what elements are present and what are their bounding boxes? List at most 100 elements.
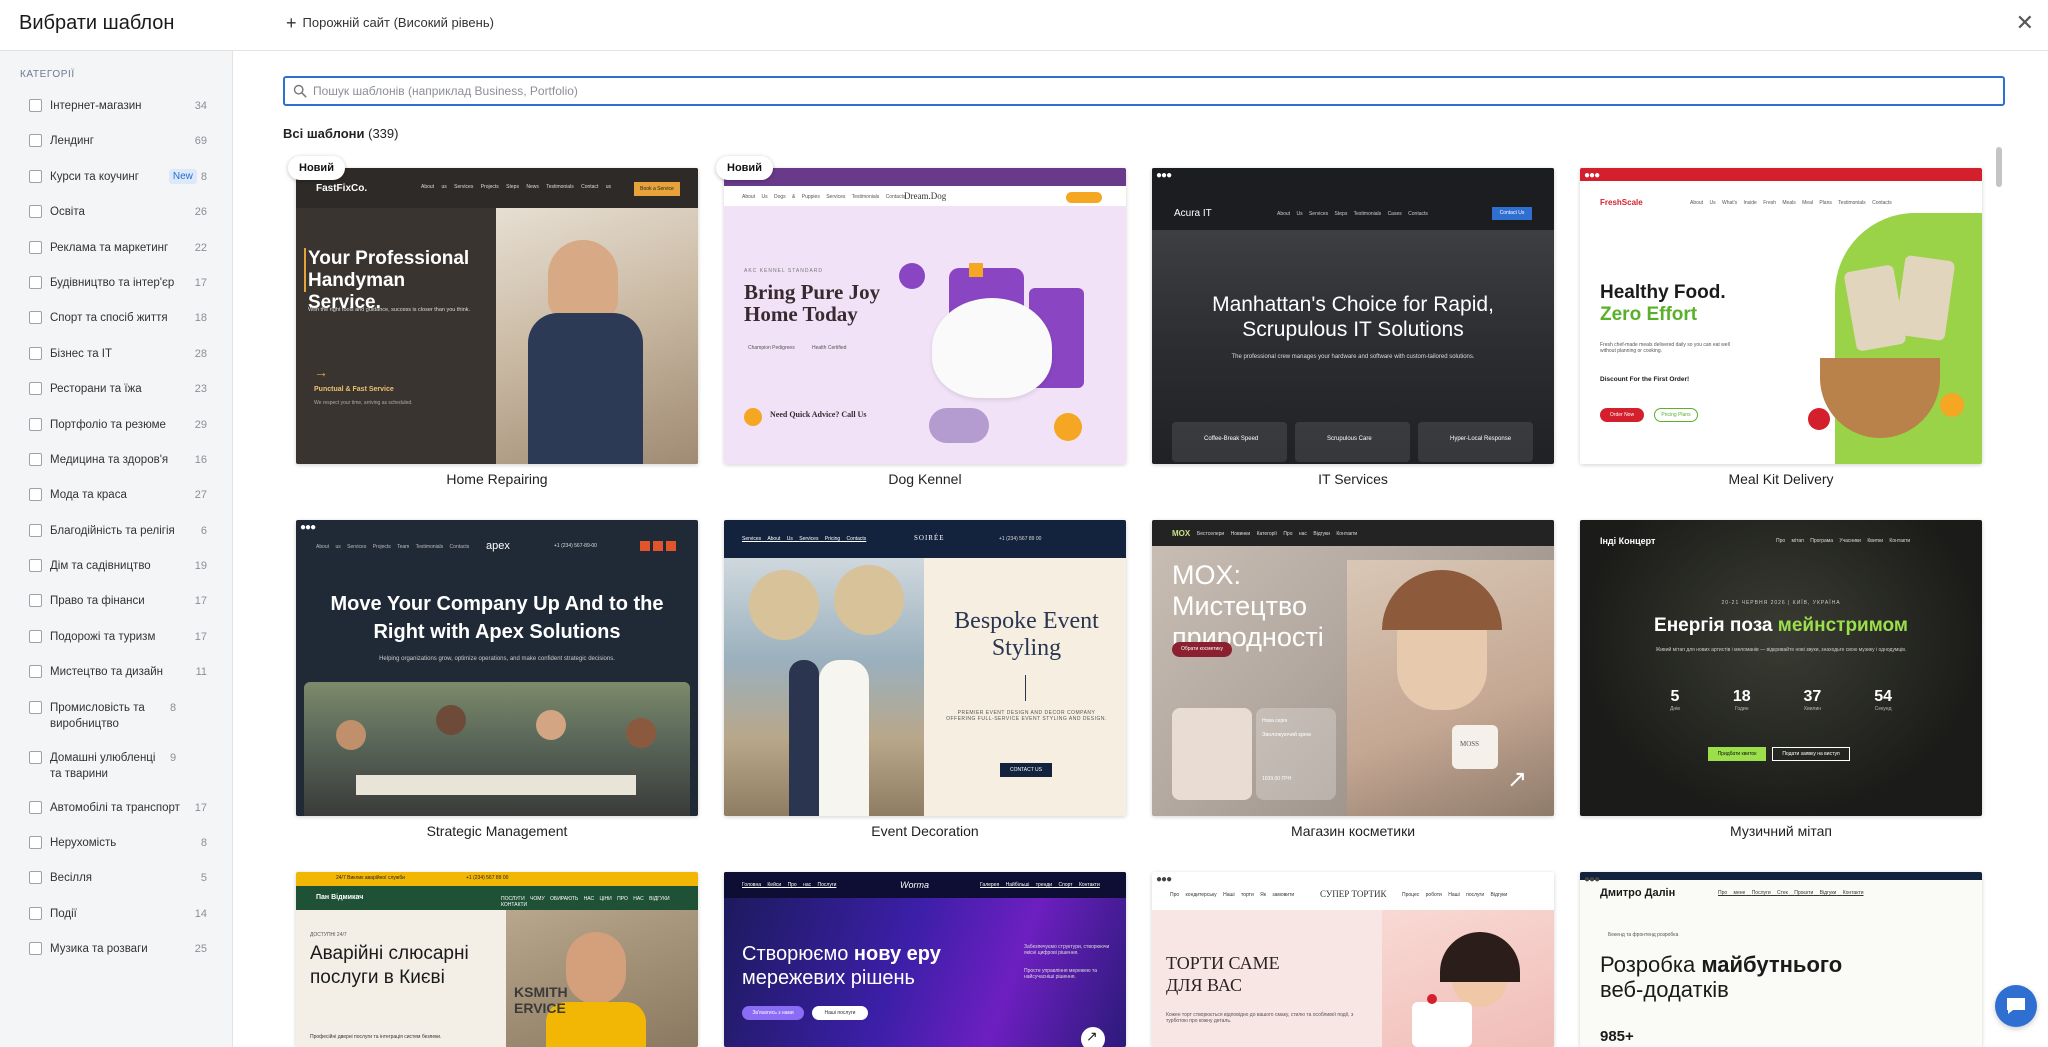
category-checkbox[interactable] bbox=[29, 417, 42, 431]
category-checkbox[interactable] bbox=[29, 665, 42, 679]
category-item[interactable]: Автомобілі та транспорт 17 bbox=[0, 800, 233, 835]
window-dots: ●●● bbox=[1156, 170, 1172, 181]
category-checkbox[interactable] bbox=[29, 750, 42, 764]
category-item[interactable]: Мистецтво та дизайн 11 bbox=[0, 664, 233, 699]
chat-button[interactable] bbox=[1995, 985, 2037, 1027]
category-checkbox[interactable] bbox=[29, 382, 42, 396]
category-item[interactable]: Освіта 26 bbox=[0, 204, 233, 239]
category-item[interactable]: Нерухомість 8 bbox=[0, 835, 233, 870]
category-item[interactable]: Реклама та маркетинг 22 bbox=[0, 240, 233, 275]
category-checkbox[interactable] bbox=[29, 906, 42, 920]
thumb-cta: Pricing Plans bbox=[1654, 408, 1698, 422]
category-item[interactable]: Подорожі та туризм 17 bbox=[0, 629, 233, 664]
template-thumbnail[interactable]: Головна Кейси Про нас Послуги Worma Гале… bbox=[724, 872, 1126, 1047]
template-thumbnail[interactable]: Dream.Dog About Us Dogs & Puppies Servic… bbox=[724, 168, 1126, 464]
category-item[interactable]: Музика та розваги 25 bbox=[0, 941, 233, 976]
category-item[interactable]: Мода та краса 27 bbox=[0, 487, 233, 522]
category-checkbox[interactable] bbox=[29, 346, 42, 360]
template-thumbnail[interactable]: FastFixCo. About us Services Projects St… bbox=[296, 168, 698, 464]
scrollbar-thumb[interactable] bbox=[1996, 147, 2002, 187]
template-thumbnail[interactable]: 24/7 Виклик аварійної служби +1 (234) 56… bbox=[296, 872, 698, 1047]
category-checkbox[interactable] bbox=[29, 700, 42, 714]
category-checkbox[interactable] bbox=[29, 311, 42, 325]
template-card-dog-kennel[interactable]: Новий Dream.Dog About Us Dogs & Puppies … bbox=[716, 156, 1126, 487]
category-label: Медицина та здоров'я bbox=[50, 453, 169, 466]
template-thumbnail[interactable]: ●●● Про кондитерську Наші торти Як замов… bbox=[1152, 872, 1554, 1047]
category-checkbox[interactable] bbox=[29, 134, 42, 148]
thumb-brand: Пан Відмикач bbox=[316, 894, 364, 901]
category-item[interactable]: Будівництво та інтер'єр 17 bbox=[0, 275, 233, 310]
arrow-icon: ↗ bbox=[1507, 766, 1528, 793]
category-label: Спорт та спосіб життя bbox=[50, 312, 168, 325]
template-card-cosmetics-store[interactable]: MOX Бестселери Новинки Категорії Про нас… bbox=[1152, 520, 1554, 839]
thumb-nav-item: Відгуки bbox=[1819, 890, 1837, 896]
template-thumbnail[interactable]: Services About Us Services Pricing Conta… bbox=[724, 520, 1126, 816]
thumb-nav-item: ЧОМУ ОБИРАЮТЬ НАС bbox=[530, 896, 595, 902]
category-item[interactable]: Домашні улюбленці та тварини 9 bbox=[0, 750, 233, 800]
template-card-event-decoration[interactable]: Services About Us Services Pricing Conta… bbox=[724, 520, 1126, 839]
category-checkbox[interactable] bbox=[29, 169, 42, 183]
template-card-cakes[interactable]: ●●● Про кондитерську Наші торти Як замов… bbox=[1152, 872, 1554, 1047]
thumb-nav-item: Contacts bbox=[1408, 211, 1428, 217]
category-item[interactable]: Курси та коучинг New 8 bbox=[0, 168, 233, 204]
template-thumbnail[interactable]: Інді Концерт Про мітап Програма Учасники… bbox=[1580, 520, 1982, 816]
template-thumbnail[interactable]: MOX Бестселери Новинки Категорії Про нас… bbox=[1152, 520, 1554, 816]
thumb-headline-part: Створюємо bbox=[742, 943, 854, 965]
category-count: 14 bbox=[194, 907, 207, 920]
template-thumbnail[interactable]: ●●● About us Services Projects Team Test… bbox=[296, 520, 698, 816]
category-checkbox[interactable] bbox=[29, 871, 42, 885]
thumb-nav-item: About us bbox=[421, 184, 447, 190]
category-checkbox[interactable] bbox=[29, 205, 42, 219]
category-item[interactable]: Благодійність та релігія 6 bbox=[0, 523, 233, 558]
category-label: Право та фінанси bbox=[50, 595, 145, 608]
category-item[interactable]: Лендинг 69 bbox=[0, 133, 233, 168]
template-card-developer[interactable]: ●●● Дмитро Далін Про мене Послуги Стек П… bbox=[1580, 872, 1982, 1047]
category-item[interactable]: Медицина та здоров'я 16 bbox=[0, 452, 233, 487]
category-checkbox[interactable] bbox=[29, 275, 42, 289]
category-checkbox[interactable] bbox=[29, 800, 42, 814]
category-checkbox[interactable] bbox=[29, 594, 42, 608]
category-item[interactable]: Інтернет-магазин 34 bbox=[0, 98, 233, 133]
thumb-nav-item: ПРО НАС bbox=[617, 896, 644, 902]
category-checkbox[interactable] bbox=[29, 452, 42, 466]
thumb-brand: apex bbox=[486, 540, 510, 552]
template-card-strategic-management[interactable]: ●●● About us Services Projects Team Test… bbox=[296, 520, 698, 839]
thumb-nav-item: Послуги bbox=[817, 882, 837, 888]
category-item[interactable]: Події 14 bbox=[0, 906, 233, 941]
template-card-music-meetup[interactable]: Інді Концерт Про мітап Програма Учасники… bbox=[1580, 520, 1982, 839]
category-item[interactable]: Право та фінанси 17 bbox=[0, 593, 233, 628]
empty-site-button[interactable]: + Порожній сайт (Високий рівень) bbox=[286, 14, 494, 32]
all-templates-label: Всі шаблони bbox=[283, 126, 365, 141]
category-checkbox[interactable] bbox=[29, 559, 42, 573]
category-item[interactable]: Промисловість та виробництво 8 bbox=[0, 700, 233, 750]
scrollbar[interactable] bbox=[1996, 147, 2002, 1037]
close-icon[interactable]: ✕ bbox=[2016, 10, 2034, 36]
thumb-nav-item: ЦІНИ bbox=[599, 896, 612, 902]
search-input[interactable] bbox=[313, 84, 1993, 98]
category-item[interactable]: Бізнес та IT 28 bbox=[0, 346, 233, 381]
template-thumbnail[interactable]: ●●● FreshScale About Us What's Inside Fr… bbox=[1580, 168, 1982, 464]
thumb-nav-item: Contacts bbox=[885, 194, 906, 200]
thumb-headline-part: Розробка bbox=[1600, 952, 1702, 977]
template-card-home-repairing[interactable]: Новий FastFixCo. About us Services Proje… bbox=[288, 156, 698, 487]
template-card-it-services[interactable]: ●●● Acura IT About Us Services Steps Tes… bbox=[1152, 168, 1554, 487]
template-card-meal-kit-delivery[interactable]: ●●● FreshScale About Us What's Inside Fr… bbox=[1580, 168, 1982, 487]
category-item[interactable]: Дім та садівництво 19 bbox=[0, 558, 233, 593]
template-thumbnail[interactable]: ●●● Acura IT About Us Services Steps Tes… bbox=[1152, 168, 1554, 464]
category-item[interactable]: Спорт та спосіб життя 18 bbox=[0, 310, 233, 345]
template-card-network-solutions[interactable]: Головна Кейси Про нас Послуги Worma Гале… bbox=[724, 872, 1126, 1047]
category-item[interactable]: Портфоліо та резюме 29 bbox=[0, 417, 233, 452]
category-item[interactable]: Ресторани та їжа 23 bbox=[0, 381, 233, 416]
category-checkbox[interactable] bbox=[29, 99, 42, 112]
thumb-cta: Зв'язатись з нами bbox=[742, 1006, 804, 1020]
category-checkbox[interactable] bbox=[29, 942, 42, 956]
category-item[interactable]: Весілля 5 bbox=[0, 870, 233, 905]
category-checkbox[interactable] bbox=[29, 523, 42, 537]
category-checkbox[interactable] bbox=[29, 240, 42, 254]
template-thumbnail[interactable]: ●●● Дмитро Далін Про мене Послуги Стек П… bbox=[1580, 872, 1982, 1047]
template-card-locksmith[interactable]: 24/7 Виклик аварійної служби +1 (234) 56… bbox=[296, 872, 698, 1047]
category-checkbox[interactable] bbox=[29, 488, 42, 502]
search-box[interactable] bbox=[283, 76, 2005, 106]
category-checkbox[interactable] bbox=[29, 836, 42, 850]
category-checkbox[interactable] bbox=[29, 629, 42, 643]
